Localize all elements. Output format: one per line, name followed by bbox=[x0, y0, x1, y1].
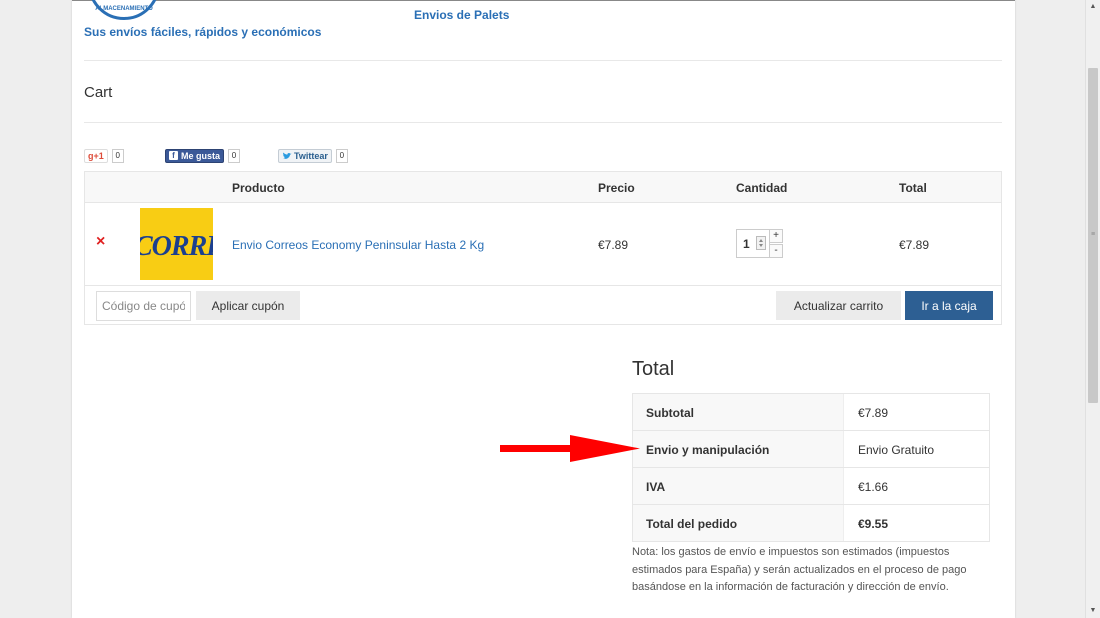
cart-table: Producto Precio Cantidad Total × CORREOS… bbox=[84, 171, 1002, 325]
totals-row-subtotal: Subtotal €7.89 bbox=[633, 394, 989, 431]
totals-value: €9.55 bbox=[858, 517, 889, 531]
quantity-minus-button[interactable]: - bbox=[769, 244, 783, 258]
facebook-share: f Me gusta 0 bbox=[165, 148, 241, 163]
apply-coupon-button[interactable]: Aplicar cupón bbox=[196, 291, 300, 320]
header-total: Total bbox=[899, 181, 927, 195]
totals-table: Subtotal €7.89 Envio y manipulación Envi… bbox=[632, 393, 990, 542]
totals-row-order-total: Total del pedido €9.55 bbox=[633, 505, 989, 541]
totals-label-cell: Total del pedido bbox=[633, 505, 844, 541]
header-price: Precio bbox=[598, 181, 635, 195]
twitter-bird-icon bbox=[283, 152, 292, 159]
totals-value: Envio Gratuito bbox=[858, 443, 935, 457]
divider bbox=[84, 60, 1002, 61]
twitter-count: 0 bbox=[335, 148, 348, 163]
header-product: Producto bbox=[232, 181, 285, 195]
coupon-code-input[interactable] bbox=[96, 291, 191, 321]
google-plus-label: +1 bbox=[93, 150, 104, 161]
nav-link-envios-palets[interactable]: Envios de Palets bbox=[414, 8, 509, 22]
totals-label: Total del pedido bbox=[646, 517, 738, 531]
product-thumbnail[interactable]: CORREOS bbox=[140, 208, 213, 280]
facebook-like-button[interactable]: f Me gusta bbox=[165, 148, 225, 163]
scroll-down-arrow-icon[interactable]: ▼ bbox=[1086, 604, 1100, 618]
header-quantity: Cantidad bbox=[736, 181, 788, 195]
checkout-button[interactable]: Ir a la caja bbox=[905, 291, 993, 320]
totals-note: Nota: los gastos de envío e impuestos so… bbox=[632, 546, 967, 593]
scroll-up-arrow-icon[interactable]: ▲ bbox=[1086, 0, 1100, 14]
site-tagline: Sus envíos fáciles, rápidos y económicos bbox=[84, 25, 322, 39]
totals-label: IVA bbox=[646, 480, 666, 494]
totals-value: €1.66 bbox=[858, 480, 889, 494]
totals-label-cell: Envio y manipulación bbox=[633, 431, 844, 467]
remove-item-icon[interactable]: × bbox=[96, 234, 105, 250]
quantity-input[interactable]: 1 bbox=[736, 229, 770, 258]
totals-label-cell: Subtotal bbox=[633, 394, 844, 430]
site-logo[interactable]: ALMACENAMIENTO bbox=[88, 0, 160, 20]
twitter-button[interactable]: Twittear bbox=[278, 148, 332, 163]
quantity-value: 1 bbox=[743, 237, 750, 251]
table-row: × CORREOS Envio Correos Economy Peninsul… bbox=[85, 203, 1001, 286]
totals-title: Total bbox=[632, 358, 675, 380]
page-title: Cart bbox=[84, 84, 113, 101]
totals-value: €7.89 bbox=[858, 406, 889, 420]
google-plus-count: 0 bbox=[111, 148, 124, 163]
cart-actions: Aplicar cupón Actualizar carrito Ir a la… bbox=[85, 286, 1001, 326]
scrollbar[interactable]: ▲ ≡ ▼ bbox=[1085, 0, 1100, 618]
facebook-label: Me gusta bbox=[181, 150, 221, 161]
totals-row-tax: IVA €1.66 bbox=[633, 468, 989, 505]
totals-row-shipping: Envio y manipulación Envio Gratuito bbox=[633, 431, 989, 468]
thumbnail-logo-text: CORREOS bbox=[140, 231, 213, 262]
product-name-link[interactable]: Envio Correos Economy Peninsular Hasta 2… bbox=[232, 238, 484, 252]
google-plus-share: g +1 0 bbox=[84, 148, 124, 163]
totals-label: Subtotal bbox=[646, 406, 694, 420]
page-container: ALMACENAMIENTO Sus envíos fáciles, rápid… bbox=[72, 0, 1015, 618]
facebook-count: 0 bbox=[228, 148, 241, 163]
facebook-icon: f bbox=[169, 151, 178, 160]
logo-text: ALMACENAMIENTO bbox=[95, 6, 153, 12]
scroll-grip-icon: ≡ bbox=[1090, 231, 1096, 238]
twitter-label: Twittear bbox=[294, 150, 328, 161]
quantity-plus-button[interactable]: + bbox=[769, 229, 783, 243]
update-cart-button[interactable]: Actualizar carrito bbox=[776, 291, 901, 320]
divider bbox=[84, 122, 1002, 123]
google-plus-button[interactable]: g +1 bbox=[84, 148, 108, 163]
product-price: €7.89 bbox=[598, 238, 629, 252]
line-total: €7.89 bbox=[899, 238, 930, 252]
top-border bbox=[72, 0, 1015, 1]
twitter-share: Twittear 0 bbox=[278, 148, 348, 163]
totals-label: Envio y manipulación bbox=[646, 443, 770, 457]
red-arrow-icon bbox=[500, 435, 640, 462]
quantity-spinner-icon[interactable] bbox=[756, 236, 766, 250]
totals-label-cell: IVA bbox=[633, 468, 844, 504]
cart-table-header: Producto Precio Cantidad Total bbox=[85, 172, 1001, 203]
scrollbar-thumb[interactable]: ≡ bbox=[1088, 68, 1098, 403]
